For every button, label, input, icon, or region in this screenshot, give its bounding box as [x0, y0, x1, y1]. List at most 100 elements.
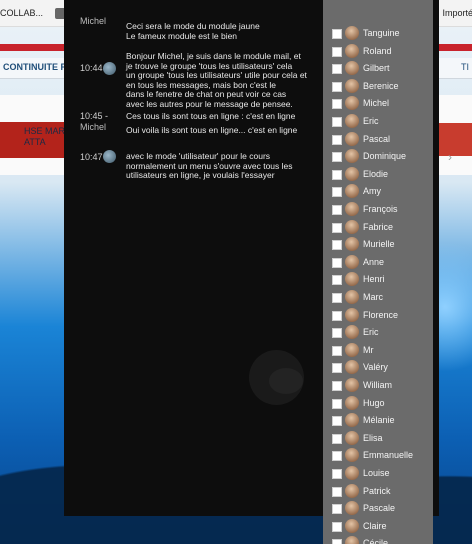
participant-checkbox[interactable] — [332, 486, 342, 497]
message-line: avec les autres pour le message de pense… — [126, 98, 293, 109]
participant-row[interactable]: Mr — [323, 342, 433, 359]
participant-name: Elodie — [363, 168, 389, 179]
participant-checkbox[interactable] — [332, 469, 342, 479]
participant-checkbox[interactable] — [332, 451, 342, 462]
participant-row[interactable]: Hugo — [323, 395, 433, 412]
message-body: Ceci sera le mode du module jaune Le fam… — [126, 21, 316, 41]
participant-row[interactable]: Patrick — [323, 483, 433, 500]
participant-row[interactable]: Amy — [323, 184, 433, 200]
participant-checkbox[interactable] — [332, 381, 342, 391]
participant-row[interactable]: Pascale — [323, 501, 433, 517]
message-body: avec le mode 'utilisateur' pour le cours… — [126, 151, 316, 181]
participant-row[interactable]: Dominique — [323, 149, 433, 165]
participant-row[interactable]: Gilbert — [323, 61, 433, 77]
message-time: 10:45 - — [80, 111, 109, 121]
participant-checkbox[interactable] — [332, 328, 342, 339]
nav-link-right[interactable]: TI — [461, 62, 469, 72]
participant-checkbox[interactable] — [332, 257, 342, 268]
participant-checkbox[interactable] — [332, 521, 342, 532]
participant-row[interactable]: Eric — [323, 114, 433, 130]
participant-row[interactable]: Valéry — [323, 360, 433, 376]
participant-avatar — [345, 360, 359, 375]
participant-avatar — [345, 430, 359, 445]
participant-checkbox[interactable] — [332, 187, 342, 198]
participant-row[interactable]: Cécile — [323, 536, 433, 544]
participant-avatar — [345, 413, 359, 428]
participant-avatar — [345, 149, 359, 164]
participant-row[interactable]: Berenice — [323, 78, 433, 95]
participant-checkbox[interactable] — [332, 433, 342, 444]
message-line: Oui voila ils sont tous en ligne... c'es… — [126, 124, 298, 135]
participant-checkbox[interactable] — [332, 416, 342, 427]
participant-checkbox[interactable] — [332, 134, 342, 145]
participant-checkbox[interactable] — [332, 205, 342, 215]
participant-checkbox[interactable] — [332, 64, 342, 75]
participant-row[interactable]: Claire — [323, 518, 433, 535]
participant-name: Fabrice — [363, 221, 394, 232]
participant-checkbox[interactable] — [332, 293, 342, 303]
participants-panel: Tanguine Roland Gilbert Berenice Michel Eric P… — [323, 0, 433, 544]
participant-row[interactable]: Pascal — [323, 131, 433, 148]
participant-row[interactable]: Emmanuelle — [323, 448, 433, 464]
participant-row[interactable]: Florence — [323, 307, 433, 324]
participant-row[interactable]: Fabrice — [323, 219, 433, 236]
participant-row[interactable]: Tanguine — [323, 26, 433, 42]
participant-avatar — [345, 96, 359, 111]
participant-checkbox[interactable] — [332, 117, 342, 127]
participant-checkbox[interactable] — [332, 152, 342, 163]
participant-row[interactable]: Anne — [323, 254, 433, 271]
participant-checkbox[interactable] — [332, 398, 342, 409]
participant-name: Marc — [363, 292, 383, 302]
participant-name: Louise — [363, 468, 390, 478]
participant-row[interactable]: Elisa — [323, 430, 433, 447]
participant-name: Pascal — [363, 133, 391, 144]
participant-row[interactable]: Elodie — [323, 166, 433, 183]
participant-checkbox[interactable] — [332, 240, 342, 251]
carousel-next-icon[interactable]: › — [448, 150, 452, 164]
participant-checkbox[interactable] — [332, 99, 342, 110]
participant-avatar — [345, 290, 359, 304]
participant-row[interactable]: Louise — [323, 466, 433, 482]
participant-checkbox[interactable] — [332, 275, 342, 286]
participant-row[interactable]: William — [323, 378, 433, 394]
participant-name: Berenice — [363, 80, 399, 91]
participant-name: Roland — [363, 45, 392, 56]
panel-edge — [433, 0, 439, 516]
participant-name: Tanguine — [363, 28, 400, 38]
message-line: Ces tous ils sont tous en ligne : c'est … — [126, 111, 296, 121]
bookmark-item[interactable]: COLLAB... — [0, 8, 49, 18]
participant-name: Mr — [363, 344, 374, 355]
participant-avatar — [345, 131, 359, 146]
participant-checkbox[interactable] — [332, 29, 342, 39]
participant-checkbox[interactable] — [332, 539, 342, 544]
participant-checkbox[interactable] — [332, 363, 342, 374]
participant-avatar — [345, 325, 359, 340]
participant-name: Eric — [363, 327, 379, 338]
participant-checkbox[interactable] — [332, 504, 342, 515]
participant-row[interactable]: Murielle — [323, 237, 433, 253]
participant-checkbox[interactable] — [332, 169, 342, 180]
participant-row[interactable]: Eric — [323, 325, 433, 341]
participant-checkbox[interactable] — [332, 81, 342, 92]
participant-row[interactable]: Henri — [323, 272, 433, 288]
participant-name: Patrick — [363, 485, 391, 496]
participant-name: Valéry — [363, 362, 388, 373]
participant-checkbox[interactable] — [332, 310, 342, 321]
participant-name: Florence — [363, 309, 399, 320]
participant-name: Claire — [363, 520, 387, 531]
participant-row[interactable]: Marc — [323, 290, 433, 306]
participant-row[interactable]: Roland — [323, 43, 433, 60]
participant-name: Elisa — [363, 432, 383, 443]
participant-checkbox[interactable] — [332, 345, 342, 356]
participant-avatar — [345, 272, 359, 287]
participant-row[interactable]: François — [323, 202, 433, 218]
participant-checkbox[interactable] — [332, 222, 342, 233]
participant-name: Anne — [363, 256, 385, 267]
participant-name: Mélanie — [363, 415, 395, 426]
participant-row[interactable]: Mélanie — [323, 413, 433, 429]
participant-avatar — [345, 307, 359, 322]
participant-avatar — [345, 466, 359, 480]
participant-checkbox[interactable] — [332, 46, 342, 57]
chat-window: Michel Ceci sera le mode du module jaune… — [64, 0, 323, 516]
participant-row[interactable]: Michel — [323, 96, 433, 112]
